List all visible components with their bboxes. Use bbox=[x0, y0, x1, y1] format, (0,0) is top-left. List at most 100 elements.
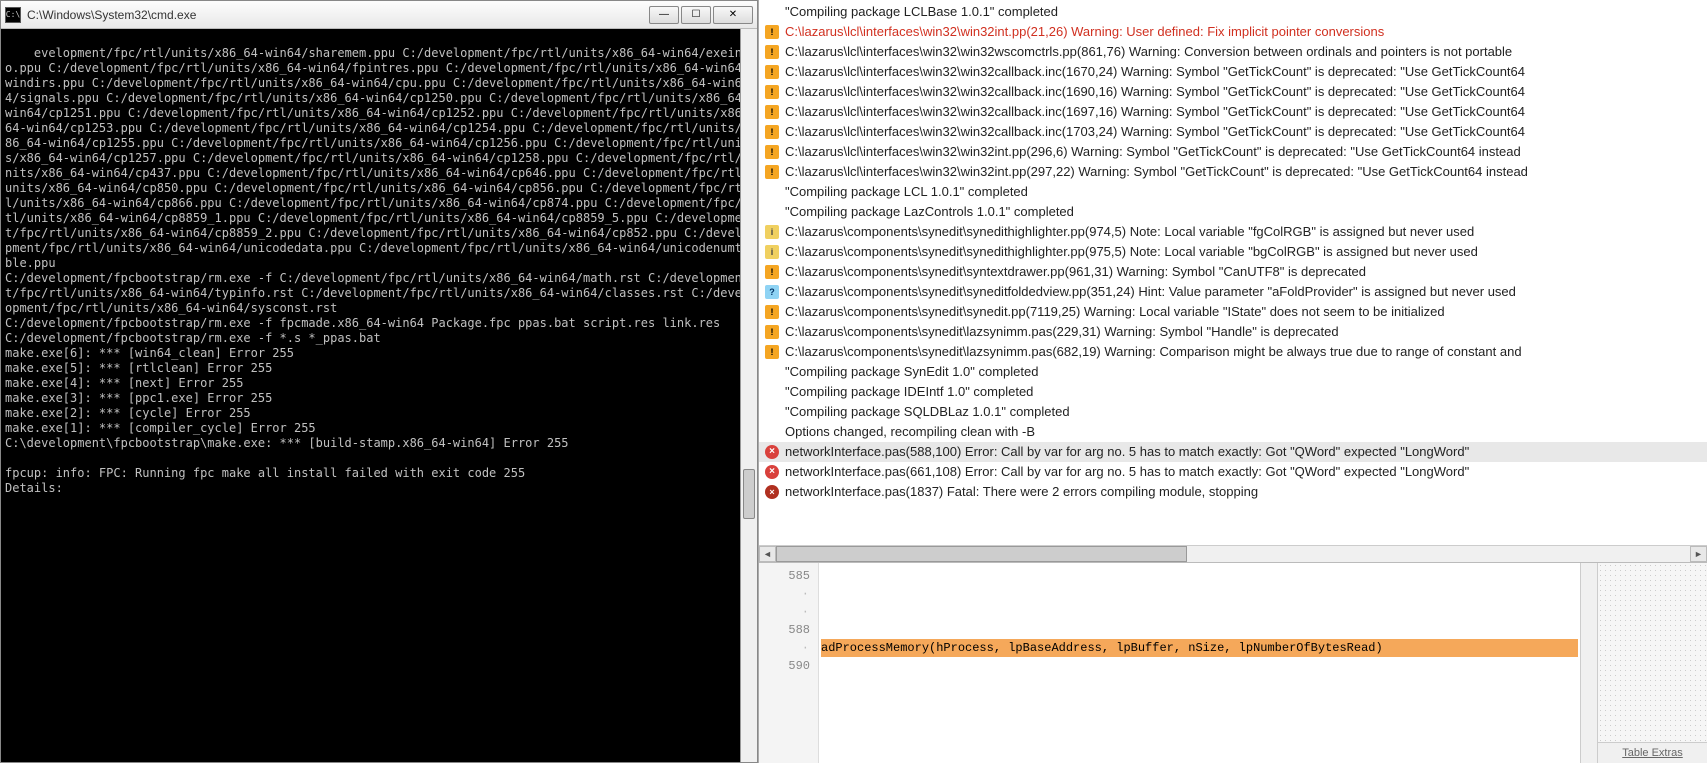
side-strip-pattern bbox=[1598, 563, 1707, 742]
err-icon bbox=[765, 465, 779, 479]
console-scrollbar[interactable] bbox=[740, 29, 757, 762]
message-row[interactable]: C:\lazarus\components\synedit\syntextdra… bbox=[759, 262, 1707, 282]
cmd-titlebar[interactable]: C:\ C:\Windows\System32\cmd.exe — ☐ ✕ bbox=[1, 1, 757, 29]
message-row[interactable]: C:\lazarus\lcl\interfaces\win32\win32int… bbox=[759, 22, 1707, 42]
note-icon bbox=[765, 245, 779, 259]
message-text: "Compiling package SynEdit 1.0" complete… bbox=[785, 362, 1038, 382]
message-row[interactable]: C:\lazarus\components\synedit\lazsynimm.… bbox=[759, 322, 1707, 342]
none-icon bbox=[765, 385, 779, 399]
warn-icon bbox=[765, 305, 779, 319]
none-icon bbox=[765, 205, 779, 219]
code-line[interactable] bbox=[821, 657, 1578, 675]
message-text: C:\lazarus\lcl\interfaces\win32\win32int… bbox=[785, 142, 1521, 162]
message-text: C:\lazarus\lcl\interfaces\win32\win32cal… bbox=[785, 102, 1525, 122]
none-icon bbox=[765, 405, 779, 419]
editor-vscrollbar[interactable] bbox=[1580, 563, 1597, 763]
message-row[interactable]: C:\lazarus\lcl\interfaces\win32\win32int… bbox=[759, 142, 1707, 162]
message-row[interactable]: "Compiling package IDEIntf 1.0" complete… bbox=[759, 382, 1707, 402]
scroll-thumb[interactable] bbox=[776, 546, 1187, 562]
scrollbar-thumb[interactable] bbox=[743, 469, 755, 519]
hint-icon bbox=[765, 285, 779, 299]
window-buttons: — ☐ ✕ bbox=[647, 6, 753, 24]
warn-icon bbox=[765, 25, 779, 39]
message-text: "Compiling package LCL 1.0.1" completed bbox=[785, 182, 1028, 202]
side-strip: Table Extras bbox=[1597, 563, 1707, 763]
message-row[interactable]: "Compiling package LCL 1.0.1" completed bbox=[759, 182, 1707, 202]
message-row[interactable]: C:\lazarus\lcl\interfaces\win32\win32cal… bbox=[759, 82, 1707, 102]
message-text: Options changed, recompiling clean with … bbox=[785, 422, 1035, 442]
message-row[interactable]: networkInterface.pas(661,108) Error: Cal… bbox=[759, 462, 1707, 482]
message-row[interactable]: networkInterface.pas(1837) Fatal: There … bbox=[759, 482, 1707, 502]
code-editor[interactable]: 585··588·590 adProcessMemory(hProcess, l… bbox=[759, 562, 1707, 763]
close-button[interactable]: ✕ bbox=[713, 6, 753, 24]
message-row[interactable]: "Compiling package SQLDBLaz 1.0.1" compl… bbox=[759, 402, 1707, 422]
message-row[interactable]: C:\lazarus\components\synedit\synedithig… bbox=[759, 242, 1707, 262]
message-text: C:\lazarus\components\synedit\synedithig… bbox=[785, 242, 1478, 262]
message-row[interactable]: C:\lazarus\lcl\interfaces\win32\win32cal… bbox=[759, 62, 1707, 82]
cmd-icon: C:\ bbox=[5, 7, 21, 23]
code-area[interactable]: adProcessMemory(hProcess, lpBaseAddress,… bbox=[819, 563, 1580, 763]
message-text: C:\lazarus\components\synedit\lazsynimm.… bbox=[785, 322, 1339, 342]
message-text: C:\lazarus\components\synedit\syneditfol… bbox=[785, 282, 1516, 302]
message-text: C:\lazarus\lcl\interfaces\win32\win32wsc… bbox=[785, 42, 1512, 62]
message-row[interactable]: Options changed, recompiling clean with … bbox=[759, 422, 1707, 442]
message-row[interactable]: networkInterface.pas(588,100) Error: Cal… bbox=[759, 442, 1707, 462]
message-text: C:\lazarus\components\synedit\syntextdra… bbox=[785, 262, 1366, 282]
message-row[interactable]: C:\lazarus\components\synedit\syneditfol… bbox=[759, 282, 1707, 302]
message-row[interactable]: C:\lazarus\lcl\interfaces\win32\win32cal… bbox=[759, 122, 1707, 142]
maximize-button[interactable]: ☐ bbox=[681, 6, 711, 24]
cmd-window: C:\ C:\Windows\System32\cmd.exe — ☐ ✕ ev… bbox=[0, 0, 758, 763]
message-row[interactable]: C:\lazarus\components\synedit\synedit.pp… bbox=[759, 302, 1707, 322]
scroll-right-button[interactable]: ► bbox=[1690, 546, 1707, 562]
warn-icon bbox=[765, 45, 779, 59]
warn-icon bbox=[765, 65, 779, 79]
none-icon bbox=[765, 365, 779, 379]
fatal-icon bbox=[765, 485, 779, 499]
scroll-track[interactable] bbox=[776, 546, 1690, 562]
message-text: networkInterface.pas(1837) Fatal: There … bbox=[785, 482, 1258, 502]
code-line[interactable] bbox=[821, 585, 1578, 603]
console-output[interactable]: evelopment/fpc/rtl/units/x86_64-win64/sh… bbox=[1, 29, 757, 762]
message-row[interactable]: C:\lazarus\lcl\interfaces\win32\win32cal… bbox=[759, 102, 1707, 122]
none-icon bbox=[765, 185, 779, 199]
message-text: "Compiling package SQLDBLaz 1.0.1" compl… bbox=[785, 402, 1070, 422]
message-row[interactable]: "Compiling package LCLBase 1.0.1" comple… bbox=[759, 2, 1707, 22]
code-line[interactable] bbox=[821, 675, 1578, 693]
code-line[interactable] bbox=[821, 603, 1578, 621]
message-text: C:\lazarus\components\synedit\synedithig… bbox=[785, 222, 1474, 242]
message-row[interactable]: C:\lazarus\components\synedit\lazsynimm.… bbox=[759, 342, 1707, 362]
warn-icon bbox=[765, 265, 779, 279]
warn-icon bbox=[765, 345, 779, 359]
gutter-line: · bbox=[763, 639, 810, 657]
messages-panel[interactable]: "Compiling package LCLBase 1.0.1" comple… bbox=[759, 0, 1707, 545]
line-gutter: 585··588·590 bbox=[759, 563, 819, 763]
messages-hscrollbar[interactable]: ◄ ► bbox=[759, 545, 1707, 562]
warn-icon bbox=[765, 125, 779, 139]
code-line[interactable]: adProcessMemory(hProcess, lpBaseAddress,… bbox=[821, 639, 1578, 657]
scroll-left-button[interactable]: ◄ bbox=[759, 546, 776, 562]
message-row[interactable]: "Compiling package SynEdit 1.0" complete… bbox=[759, 362, 1707, 382]
minimize-button[interactable]: — bbox=[649, 6, 679, 24]
gutter-line: · bbox=[763, 585, 810, 603]
message-text: "Compiling package IDEIntf 1.0" complete… bbox=[785, 382, 1033, 402]
ide-pane: "Compiling package LCLBase 1.0.1" comple… bbox=[758, 0, 1707, 763]
message-row[interactable]: C:\lazarus\lcl\interfaces\win32\win32wsc… bbox=[759, 42, 1707, 62]
table-extras-label[interactable]: Table Extras bbox=[1598, 742, 1707, 763]
code-line[interactable] bbox=[821, 621, 1578, 639]
note-icon bbox=[765, 225, 779, 239]
message-text: C:\lazarus\lcl\interfaces\win32\win32cal… bbox=[785, 122, 1525, 142]
message-row[interactable]: C:\lazarus\components\synedit\synedithig… bbox=[759, 222, 1707, 242]
code-line[interactable] bbox=[821, 693, 1578, 711]
message-text: networkInterface.pas(661,108) Error: Cal… bbox=[785, 462, 1469, 482]
gutter-line: 588 bbox=[763, 621, 810, 639]
message-row[interactable]: C:\lazarus\lcl\interfaces\win32\win32int… bbox=[759, 162, 1707, 182]
console-text: evelopment/fpc/rtl/units/x86_64-win64/sh… bbox=[5, 46, 749, 495]
warn-icon bbox=[765, 145, 779, 159]
err-icon bbox=[765, 445, 779, 459]
message-row[interactable]: "Compiling package LazControls 1.0.1" co… bbox=[759, 202, 1707, 222]
message-text: C:\lazarus\lcl\interfaces\win32\win32cal… bbox=[785, 82, 1525, 102]
gutter-line: · bbox=[763, 603, 810, 621]
warn-icon bbox=[765, 105, 779, 119]
gutter-line: 585 bbox=[763, 567, 810, 585]
code-line[interactable] bbox=[821, 567, 1578, 585]
